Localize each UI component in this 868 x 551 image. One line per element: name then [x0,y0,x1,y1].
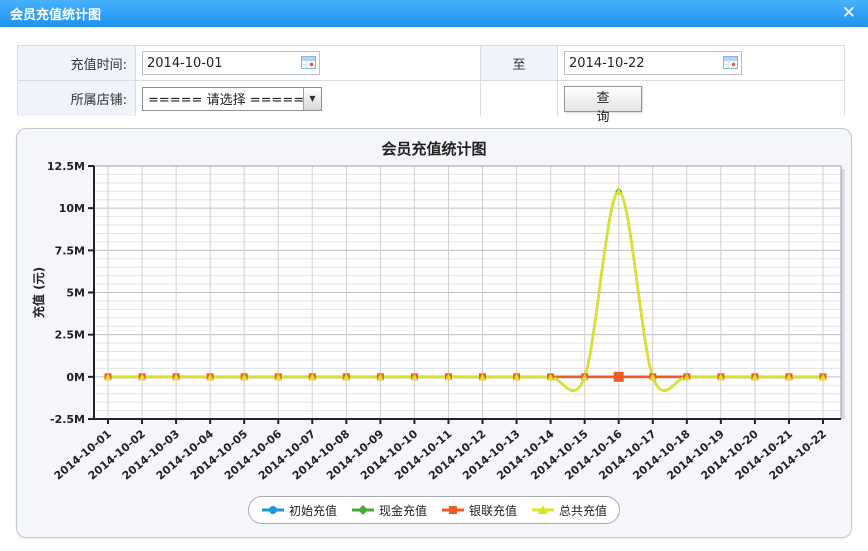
legend-item-现金充值[interactable]: 现金充值 [351,502,427,519]
date-to-input-wrap [564,51,742,75]
chevron-down-icon: ▼ [303,88,321,110]
query-button[interactable]: 查 询 [564,86,642,112]
query-cell: 查 询 [558,81,844,116]
svg-text:10M: 10M [59,202,85,215]
legend-item-初始充值[interactable]: 初始充值 [261,502,337,519]
empty-cell [480,81,558,116]
chart-panel: 会员充值统计图 -2.5M 0M 2.5M 5M 7.5M 10M 12.5M 2014-10… [16,128,852,538]
triangle-marker-icon [531,504,555,516]
legend-label: 现金充值 [379,502,427,519]
svg-text:5M: 5M [66,287,85,300]
shop-cell: ===== 请选择 ===== ▼ [136,81,480,116]
calendar-icon[interactable] [723,56,738,69]
svg-text:2014-10-01: 2014-10-01 [52,427,114,482]
chart-title: 会员充值统计图 [17,138,851,159]
chart-legend: 初始充值 现金充值 银联充值 总共充值 [248,496,620,524]
legend-label: 初始充值 [289,502,337,519]
date-from-input[interactable] [143,53,293,73]
member-recharge-dialog: 会员充值统计图 ✕ 充值时间: 至 所属店铺: ===== 请选择 ===== … [0,0,868,551]
shop-select[interactable]: ===== 请选择 ===== ▼ [142,87,322,111]
close-icon[interactable]: ✕ [842,3,856,23]
to-label: 至 [480,46,558,81]
date-to-cell [558,46,844,81]
circle-marker-icon [261,504,285,516]
svg-text:2.5M: 2.5M [55,329,85,342]
svg-text:12.5M: 12.5M [47,160,85,173]
shop-select-value: ===== 请选择 ===== [143,89,303,108]
legend-item-银联充值[interactable]: 银联充值 [441,502,517,519]
date-from-input-wrap [142,51,320,75]
svg-text:0M: 0M [66,371,85,384]
calendar-icon[interactable] [301,56,316,69]
recharge-line-chart: -2.5M0M2.5M5M7.5M10M12.5M2014-10-012014-… [17,157,853,491]
svg-text:充值 (元): 充值 (元) [31,267,46,318]
square-marker-icon [441,504,465,516]
dialog-title: 会员充值统计图 [0,4,101,23]
query-form: 充值时间: 至 所属店铺: ===== 请选择 ===== ▼ 查 询 [17,45,845,115]
dialog-titlebar: 会员充值统计图 ✕ [0,0,868,27]
diamond-marker-icon [351,504,375,516]
date-from-cell [136,46,480,81]
date-to-input[interactable] [565,53,715,73]
svg-text:7.5M: 7.5M [55,244,85,257]
svg-text:-2.5M: -2.5M [50,413,85,426]
recharge-time-label: 充值时间: [18,46,136,81]
legend-label: 总共充值 [559,502,607,519]
shop-label: 所属店铺: [18,81,136,116]
legend-item-总共充值[interactable]: 总共充值 [531,502,607,519]
legend-label: 银联充值 [469,502,517,519]
